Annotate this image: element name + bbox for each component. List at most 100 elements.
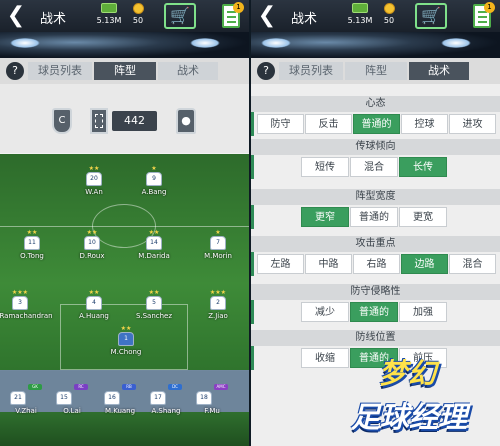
tactic-option[interactable]: 右路 [353, 254, 400, 274]
formation-button[interactable] [90, 108, 108, 134]
shop-cart-button[interactable]: 🛒 [415, 3, 447, 29]
shirt-icon: 17 [150, 391, 166, 405]
tab-tactics[interactable]: 战术 [158, 62, 218, 80]
position-tag: RC [74, 384, 88, 390]
tactic-option[interactable]: 混合 [449, 254, 496, 274]
player-name: S.Sanchez [135, 312, 173, 320]
tab-player-list[interactable]: 球员列表 [279, 62, 343, 80]
section-heading: 攻击重点 [251, 236, 500, 252]
player-card[interactable]: ★★ 10 D.Roux [64, 230, 120, 261]
tab-tactics[interactable]: 战术 [409, 62, 469, 80]
tactic-option[interactable]: 普通的 [350, 207, 398, 227]
light-icon [261, 38, 291, 48]
help-button[interactable]: ? [6, 62, 24, 80]
captain-button[interactable]: C [52, 108, 72, 134]
top-bar: ❮ 战术 5.13M 50 🛒 1 [251, 0, 500, 32]
shirt-icon: 20 [86, 172, 102, 186]
shirt-icon: 4 [86, 296, 102, 310]
rating-stars-icon: ★★ [26, 229, 38, 236]
shirt-icon: 18 [196, 391, 212, 405]
section-heading: 防守侵略性 [251, 284, 500, 300]
player-card[interactable]: ★★ 14 M.Darida [126, 229, 182, 261]
section-heading: 传球倾向 [251, 139, 500, 155]
question-icon: ? [263, 64, 269, 77]
tactic-option[interactable]: 收缩 [301, 348, 349, 368]
tab-bar: ? 球员列表 阵型 战术 [0, 58, 249, 84]
tactic-option[interactable]: 左路 [257, 254, 304, 274]
light-icon [10, 38, 40, 48]
shirt-icon: 5 [146, 296, 162, 310]
tactic-option[interactable]: 进攻 [449, 114, 496, 134]
shirt-icon: 2 [210, 296, 226, 310]
tasks-button[interactable]: 1 [222, 2, 244, 28]
person-icon: ● [181, 114, 191, 127]
tactic-option[interactable]: 混合 [350, 157, 398, 177]
tab-player-list[interactable]: 球员列表 [28, 62, 92, 80]
player-card[interactable]: ★ 9 A.Bang [126, 165, 182, 197]
player-card[interactable]: ★★★ 2 Z.Jiao [190, 290, 246, 321]
player-name: D.Roux [79, 252, 105, 260]
player-card[interactable]: ★★ 1 M.Chong [98, 325, 154, 357]
player-name: F.Mu [204, 407, 220, 415]
tactic-option[interactable]: 短传 [301, 157, 349, 177]
tactic-option[interactable]: 边路 [401, 254, 448, 274]
grass-strip [0, 412, 249, 446]
coin-display: 50 [126, 3, 150, 25]
tactic-option[interactable]: 更窄 [301, 207, 349, 227]
player-name: M.Darida [138, 252, 170, 260]
shirt-icon: 9 [146, 172, 162, 186]
player-card[interactable]: ★★ 4 A.Huang [66, 290, 122, 321]
shirt-icon: 1 [118, 332, 134, 346]
shirt-row: 18AMC [184, 384, 240, 405]
tactic-option[interactable]: 控球 [401, 114, 448, 134]
position-tag: GK [28, 384, 42, 390]
player-card[interactable]: ★★ 11 O.Tong [4, 229, 60, 261]
formation-toolbar: C 442 ● [0, 84, 249, 154]
tactic-option[interactable]: 普通的 [353, 114, 400, 134]
stadium-lights [0, 32, 249, 58]
player-name: A.Bang [141, 188, 167, 196]
section-heading: 阵型宽度 [251, 189, 500, 205]
tactic-option[interactable]: 加强 [399, 302, 447, 322]
player-name: O.Ramachandran [0, 312, 53, 320]
tab-formation[interactable]: 阵型 [345, 62, 407, 80]
shirt-icon: 16 [104, 391, 120, 405]
player-name: W.An [85, 188, 103, 196]
player-name: M.Morin [204, 252, 232, 260]
tactic-option[interactable]: 反击 [305, 114, 352, 134]
player-card[interactable]: ★★ 20 W.An [66, 166, 122, 197]
tactic-option[interactable]: 普通的 [350, 302, 398, 322]
coin-icon [132, 3, 144, 14]
tactic-option[interactable]: 更宽 [399, 207, 447, 227]
player-card[interactable]: ★ 7 M.Morin [190, 229, 246, 261]
position-tag: AMC [214, 384, 228, 390]
player-card[interactable]: ★★★3 O.Ramachandran [0, 290, 53, 321]
back-button[interactable]: ❮ [257, 4, 277, 28]
player-card[interactable]: ★★ 5 S.Sanchez [126, 289, 182, 321]
bench-player-card[interactable]: 18AMC F.Mu [184, 378, 240, 415]
rating-stars-icon: ★★ [120, 325, 132, 332]
tactic-option[interactable]: 防守 [257, 114, 304, 134]
tactic-option[interactable]: 中路 [305, 254, 352, 274]
position-tag: DC [168, 384, 182, 390]
tactic-option[interactable]: 减少 [301, 302, 349, 322]
tasks-button[interactable]: 1 [473, 2, 495, 28]
manager-button[interactable]: ● [176, 108, 196, 134]
back-button[interactable]: ❮ [6, 4, 26, 28]
coin-display: 50 [377, 3, 401, 25]
light-icon [441, 38, 471, 48]
rating-stars-icon: ★ [151, 165, 157, 172]
shirt-icon: 10 [84, 236, 100, 250]
section-heading: 心态 [251, 96, 500, 112]
rating-stars-icon: ★★ [148, 289, 160, 296]
tactic-option[interactable]: 长传 [399, 157, 447, 177]
formation-screen: ❮ 战术 5.13M 50 🛒 1 ? 球员列表 阵型 战术 C 442 ● ★… [0, 0, 249, 446]
clipboard-line [478, 21, 487, 23]
shop-cart-button[interactable]: 🛒 [164, 3, 196, 29]
screen-title: 战术 [291, 12, 318, 27]
help-button[interactable]: ? [257, 62, 275, 80]
rating-stars-icon: ★★ [148, 229, 160, 236]
rating-stars-icon: ★ [215, 229, 221, 236]
tab-formation[interactable]: 阵型 [94, 62, 156, 80]
game-logo: 梦幻 足球经理 [351, 352, 496, 442]
